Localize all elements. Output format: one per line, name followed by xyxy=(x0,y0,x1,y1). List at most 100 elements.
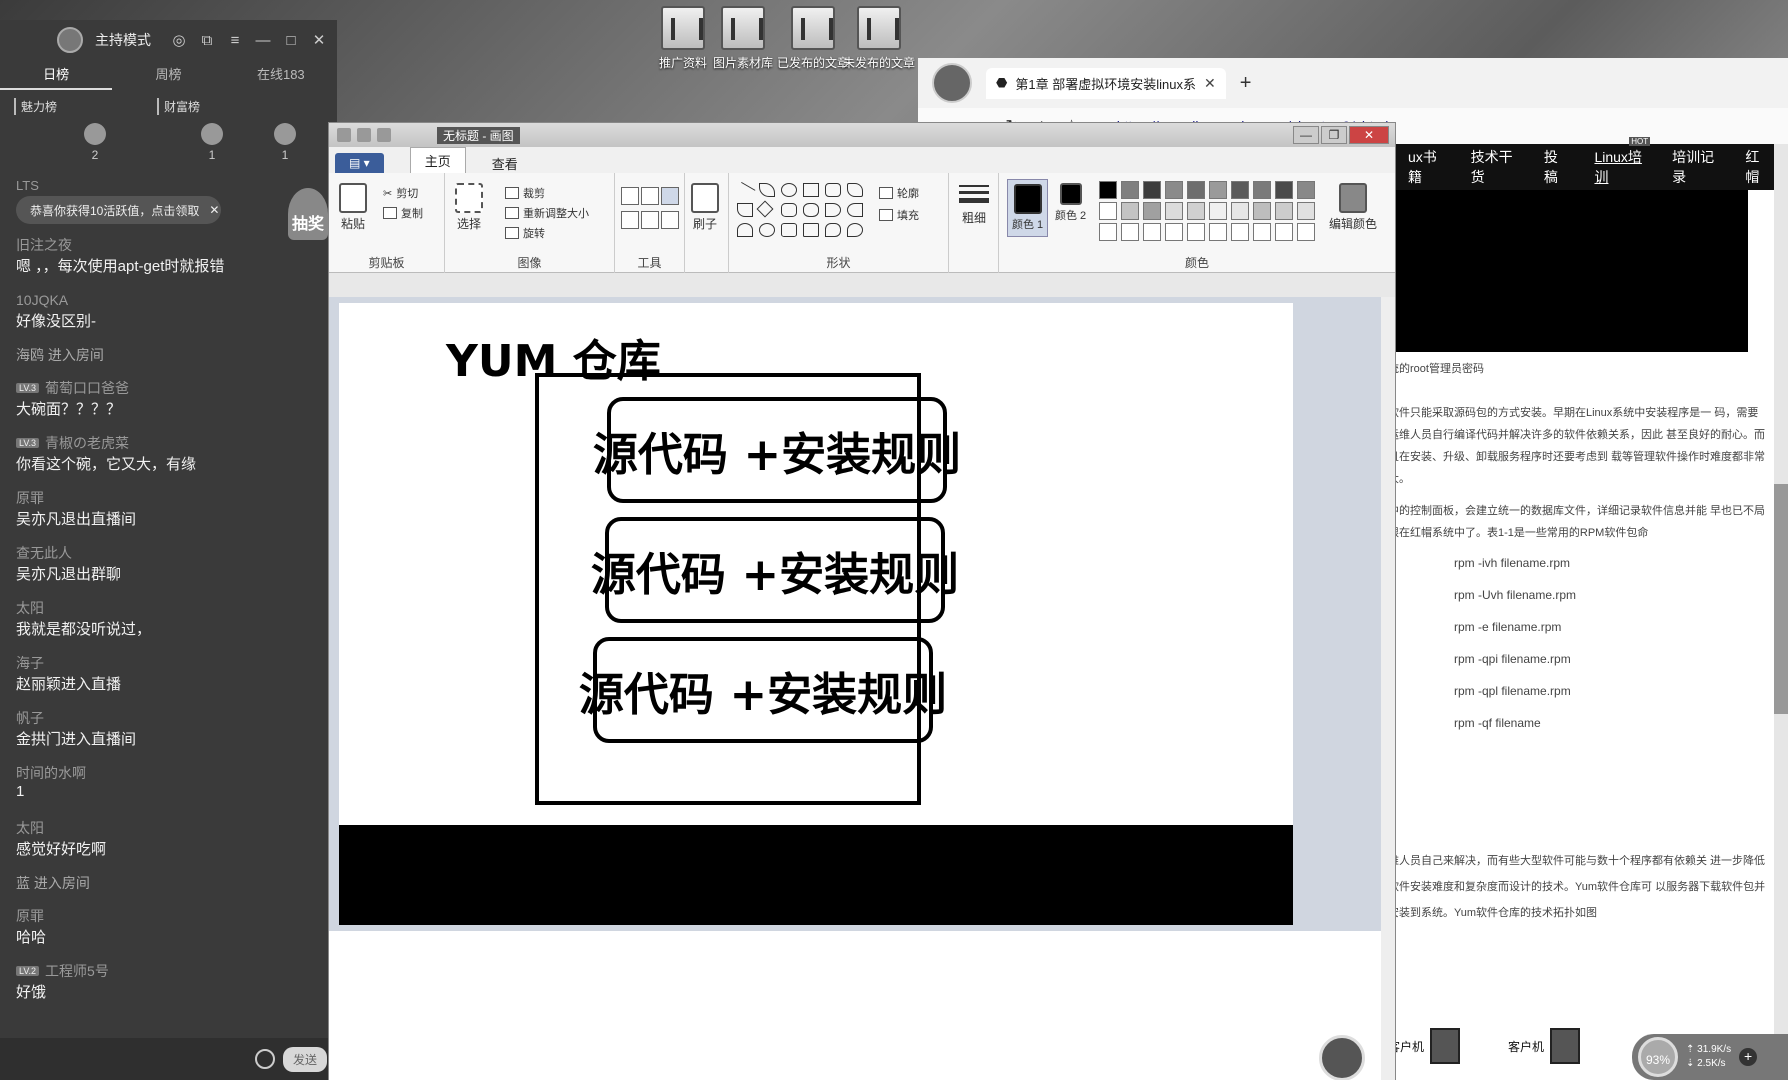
undo-icon[interactable] xyxy=(377,128,391,142)
color-swatch[interactable] xyxy=(1231,181,1249,199)
color-swatch[interactable] xyxy=(1253,202,1271,220)
star5-shape-icon[interactable] xyxy=(781,223,797,237)
color-swatch[interactable] xyxy=(1297,202,1315,220)
rotate-button[interactable]: 旋转 xyxy=(505,225,545,241)
activity-notice[interactable]: 恭喜你获得10活跃值，点击领取 ✕ xyxy=(16,196,221,224)
tab-weekly[interactable]: 周榜 xyxy=(112,60,224,90)
color-swatch[interactable] xyxy=(1275,223,1293,241)
cut-button[interactable]: ✂ 剪切 xyxy=(383,185,418,201)
color-swatch[interactable] xyxy=(1121,202,1139,220)
color-swatch[interactable] xyxy=(1231,202,1249,220)
close-icon[interactable]: ✕ xyxy=(209,203,219,217)
tab-online[interactable]: 在线183 xyxy=(225,60,337,90)
fill-icon[interactable] xyxy=(641,187,659,205)
menu-icon[interactable]: ≡ xyxy=(227,32,243,49)
color1-button[interactable]: 颜色 1 xyxy=(1007,179,1049,237)
nav-redhat[interactable]: 红帽 xyxy=(1745,147,1768,187)
oval-shape-icon[interactable] xyxy=(781,183,797,197)
close-icon[interactable]: ✕ xyxy=(1204,75,1216,92)
size-button[interactable]: 粗细 xyxy=(959,185,989,226)
fill-dropdown[interactable]: 填充 xyxy=(879,207,919,223)
lottery-badge[interactable]: 抽奖 xyxy=(288,188,328,240)
color-swatch[interactable] xyxy=(1165,223,1183,241)
color-swatch[interactable] xyxy=(1165,202,1183,220)
profile-avatar[interactable] xyxy=(932,63,972,103)
color-swatch[interactable] xyxy=(1253,223,1271,241)
color-swatch[interactable] xyxy=(1187,181,1205,199)
new-tab-button[interactable]: + xyxy=(1240,72,1252,95)
edit-colors-button[interactable]: 编辑颜色 xyxy=(1329,183,1377,232)
color-swatch[interactable] xyxy=(1297,181,1315,199)
color-swatch[interactable] xyxy=(1165,181,1183,199)
host-avatar[interactable] xyxy=(57,27,83,53)
brushes-button[interactable]: 刷子 xyxy=(691,183,719,232)
settings-icon[interactable]: ◎ xyxy=(171,31,187,49)
diamond-shape-icon[interactable] xyxy=(756,200,774,218)
browser-tab[interactable]: ⬣ 第1章 部署虚拟环境安装linux系 ✕ xyxy=(986,67,1226,99)
minimize-button[interactable]: — xyxy=(1293,126,1319,144)
eraser-icon[interactable] xyxy=(621,211,639,229)
file-menu-button[interactable]: ▤ ▾ xyxy=(335,153,384,173)
send-button[interactable]: 发送 xyxy=(282,1046,327,1072)
arrow-shape-icon[interactable] xyxy=(825,203,841,217)
star6-shape-icon[interactable] xyxy=(803,223,819,237)
color-swatch[interactable] xyxy=(1187,202,1205,220)
crop-button[interactable]: 裁剪 xyxy=(505,185,545,201)
color-swatch[interactable] xyxy=(1099,223,1117,241)
tab-view[interactable]: 查看 xyxy=(492,154,518,173)
color-swatch[interactable] xyxy=(1209,223,1227,241)
plus-icon[interactable]: + xyxy=(1739,1048,1758,1066)
hexagon-shape-icon[interactable] xyxy=(803,203,819,217)
paste-button[interactable]: 粘贴 xyxy=(339,183,367,232)
color-swatch[interactable] xyxy=(1209,202,1227,220)
text-tool-icon[interactable] xyxy=(661,187,679,205)
color-swatch[interactable] xyxy=(1209,181,1227,199)
color-swatch[interactable] xyxy=(1231,223,1249,241)
top-user[interactable]: 2 xyxy=(80,123,110,162)
color-swatch[interactable] xyxy=(1121,223,1139,241)
pentagon-shape-icon[interactable] xyxy=(781,203,797,217)
color-swatch[interactable] xyxy=(1187,223,1205,241)
rounded-rect-shape-icon[interactable] xyxy=(825,183,841,197)
tab-daily[interactable]: 日榜 xyxy=(0,60,113,90)
triangle-shape-icon[interactable] xyxy=(737,203,753,217)
arrow-down-shape-icon[interactable] xyxy=(737,223,753,237)
copy-button[interactable]: 复制 xyxy=(383,205,423,221)
select-button[interactable]: 选择 xyxy=(455,183,483,232)
popout-icon[interactable]: ⧉ xyxy=(199,32,215,49)
color-swatch[interactable] xyxy=(1121,181,1139,199)
canvas-scrollbar[interactable] xyxy=(1381,297,1395,1080)
close-icon[interactable]: ✕ xyxy=(311,31,327,49)
color2-button[interactable]: 颜色 2 xyxy=(1055,183,1086,223)
network-monitor[interactable]: 93% ⇡ 31.9K/s ⇣ 2.5K/s + xyxy=(1632,1034,1788,1080)
outline-dropdown[interactable]: 轮廓 xyxy=(879,185,919,201)
wealth-rank[interactable]: 财富榜 xyxy=(157,98,200,115)
color-swatch[interactable] xyxy=(1143,181,1161,199)
polygon-shape-icon[interactable] xyxy=(847,183,863,197)
paint-app-icon[interactable] xyxy=(337,128,351,142)
top-user[interactable]: 1 xyxy=(270,123,300,162)
minimize-icon[interactable]: — xyxy=(255,32,271,49)
star4-shape-icon[interactable] xyxy=(759,223,775,237)
color-picker-icon[interactable] xyxy=(641,211,659,229)
oval-callout-shape-icon[interactable] xyxy=(847,223,863,237)
resize-button[interactable]: 重新调整大小 xyxy=(505,205,589,221)
save-icon[interactable] xyxy=(357,128,371,142)
charm-rank[interactable]: 魅力榜 xyxy=(14,98,57,115)
callout-shape-icon[interactable] xyxy=(825,223,841,237)
nav-books[interactable]: ux书籍 xyxy=(1408,147,1443,187)
color-swatch[interactable] xyxy=(1099,181,1117,199)
line-shape-icon[interactable] xyxy=(734,181,756,203)
color-swatch[interactable] xyxy=(1275,181,1293,199)
color-swatch[interactable] xyxy=(1143,202,1161,220)
nav-training-records[interactable]: 培训记录 xyxy=(1672,147,1717,187)
color-swatch[interactable] xyxy=(1275,202,1293,220)
drawing-canvas[interactable]: YUM 仓库 源代码 +安装规则 源代码 +安装规则 源代码 +安装规则 xyxy=(339,303,1293,825)
maximize-icon[interactable]: □ xyxy=(283,32,299,49)
nav-tech[interactable]: 技术干货 xyxy=(1471,147,1516,187)
rectangle-shape-icon[interactable] xyxy=(803,183,819,197)
restore-button[interactable]: ❐ xyxy=(1321,126,1347,144)
scrollbar-thumb[interactable] xyxy=(1774,484,1788,714)
color-swatch[interactable] xyxy=(1143,223,1161,241)
pencil-icon[interactable] xyxy=(621,187,639,205)
